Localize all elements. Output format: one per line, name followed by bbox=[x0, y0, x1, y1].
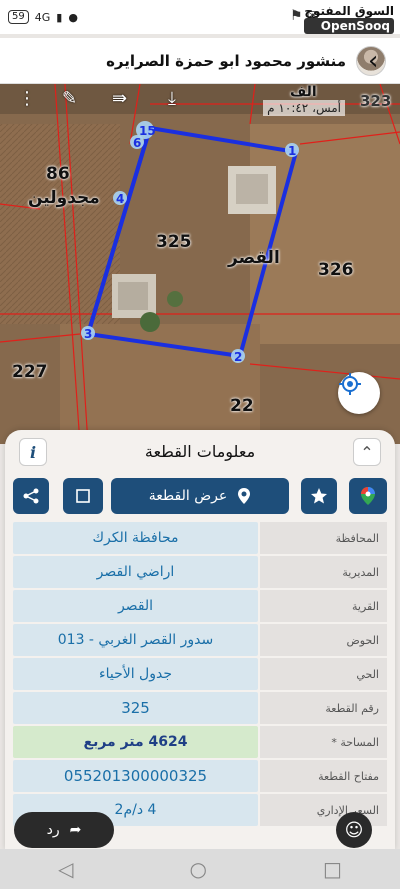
chevron-up-icon[interactable]: ⌃ bbox=[353, 438, 381, 466]
row-area: 4624 متر مربع المساحة * bbox=[13, 726, 387, 758]
locate-button[interactable] bbox=[338, 372, 380, 414]
network-label: 4G bbox=[34, 10, 51, 24]
map-timestamp: أمس، ١٠:٤٢ م bbox=[263, 100, 345, 116]
building-2-roof bbox=[118, 282, 148, 310]
basin-label: الحوض bbox=[260, 624, 387, 656]
reply-label: رد bbox=[46, 822, 60, 838]
area-label: المساحة * bbox=[260, 726, 387, 758]
more-vertical-icon[interactable]: ⋮ bbox=[18, 88, 36, 109]
vertex-3: 3 bbox=[84, 327, 92, 341]
share-button[interactable] bbox=[13, 478, 49, 514]
system-nav-bar: ◁ ○ □ bbox=[0, 849, 400, 889]
map-label-326: 326 bbox=[318, 260, 354, 280]
reply-arrow-icon: ➦ bbox=[69, 822, 82, 838]
smiley-icon: ☺ bbox=[344, 819, 364, 841]
battery-indicator: 59 bbox=[8, 10, 29, 24]
emoji-button[interactable]: ☺ bbox=[336, 812, 372, 848]
row-neighborhood: جدول الأحياء الحي bbox=[13, 658, 387, 690]
vertex-6: 6 bbox=[133, 136, 141, 150]
vertex-4: 4 bbox=[116, 192, 124, 206]
tree-2 bbox=[167, 291, 183, 307]
back-arrow-icon[interactable]: ‹ bbox=[368, 48, 378, 74]
vertex-15: 15 bbox=[139, 124, 156, 138]
brand-arabic: السوق المفتوح bbox=[304, 4, 394, 18]
plot-number-label: رقم القطعة bbox=[260, 692, 387, 724]
google-maps-button[interactable] bbox=[349, 478, 387, 514]
download-icon[interactable]: ⤓ bbox=[168, 88, 176, 109]
map-label-mjdoleen: مجدولين bbox=[28, 188, 100, 208]
brand-logo: السوق المفتوح OpenSooq bbox=[304, 4, 394, 34]
brand-english: OpenSooq bbox=[304, 18, 394, 34]
directorate-value: اراضي القصر bbox=[13, 556, 258, 588]
village-value: القصر bbox=[13, 590, 258, 622]
status-left: 59 4G ▮ ● bbox=[8, 10, 78, 24]
reply-button[interactable]: رد ➦ bbox=[14, 812, 114, 848]
row-village: القصر القرية bbox=[13, 590, 387, 622]
map-label-top-partial: الف bbox=[290, 84, 317, 100]
map-label-325: 325 bbox=[156, 232, 192, 252]
row-directorate: اراضي القصر المديرية bbox=[13, 556, 387, 588]
plot-key-value: 055201300000325 bbox=[13, 760, 258, 792]
back-triangle-icon[interactable]: ◁ bbox=[58, 857, 73, 881]
post-title: منشور محمود ابو حمزة الصرايره bbox=[106, 51, 346, 70]
row-basin: سدور القصر الغربي - 013 الحوض bbox=[13, 624, 387, 656]
governorate-label: المحافظة bbox=[260, 522, 387, 554]
building-1-roof bbox=[236, 174, 268, 204]
map-label-86: 86 bbox=[46, 164, 70, 184]
neighborhood-label: الحي bbox=[260, 658, 387, 690]
edit-pencil-icon[interactable]: ✎ bbox=[62, 88, 77, 109]
crosshair-icon bbox=[339, 373, 361, 395]
panel-actions: عرض القطعة bbox=[5, 478, 395, 514]
star-icon bbox=[311, 488, 327, 504]
field-bottom bbox=[60, 324, 260, 444]
vertex-1: 1 bbox=[288, 144, 296, 158]
forward-icon[interactable]: ⇛ bbox=[112, 88, 127, 109]
google-maps-icon bbox=[361, 487, 375, 505]
show-plot-button[interactable]: عرض القطعة bbox=[111, 478, 289, 514]
neighborhood-value: جدول الأحياء bbox=[13, 658, 258, 690]
location-icon: ● bbox=[68, 10, 78, 24]
row-governorate: محافظة الكرك المحافظة bbox=[13, 522, 387, 554]
vertex-2: 2 bbox=[234, 350, 242, 364]
status-bar: 59 4G ▮ ● ⚑ ✉ السوق المفتوح OpenSooq bbox=[0, 0, 400, 34]
home-circle-icon[interactable]: ○ bbox=[190, 857, 207, 881]
governorate-value: محافظة الكرك bbox=[13, 522, 258, 554]
map-pin-icon bbox=[238, 488, 251, 504]
row-plot-key: 055201300000325 مفتاح القطعة bbox=[13, 760, 387, 792]
panel-header: i معلومات القطعة ⌃ bbox=[5, 430, 395, 474]
shape-button[interactable] bbox=[63, 478, 103, 514]
tree bbox=[140, 312, 160, 332]
recents-square-icon[interactable]: □ bbox=[323, 857, 342, 881]
info-rows: محافظة الكرك المحافظة اراضي القصر المدير… bbox=[13, 522, 387, 828]
map-label-qasr: القصر bbox=[228, 248, 280, 268]
show-plot-label: عرض القطعة bbox=[148, 488, 228, 504]
village-label: القرية bbox=[260, 590, 387, 622]
map-label-227: 227 bbox=[12, 362, 48, 382]
favorite-button[interactable] bbox=[301, 478, 337, 514]
post-header: ‹ منشور محمود ابو حمزة الصرايره bbox=[0, 38, 400, 84]
square-outline-icon bbox=[76, 489, 90, 503]
satellite-map[interactable]: 15 6 1 4 3 2 ⋮ ✎ ⇛ ⤓ أمس، ١٠:٤٢ م الف 32… bbox=[0, 84, 400, 444]
signal-icon: ▮ bbox=[56, 10, 63, 24]
panel-title: معلومات القطعة bbox=[144, 442, 256, 461]
share-icon bbox=[23, 488, 39, 504]
directorate-label: المديرية bbox=[260, 556, 387, 588]
plot-key-label: مفتاح القطعة bbox=[260, 760, 387, 792]
map-label-22: 22 bbox=[230, 396, 254, 416]
area-value: 4624 متر مربع bbox=[13, 726, 258, 758]
row-plot-number: 325 رقم القطعة bbox=[13, 692, 387, 724]
plot-info-panel: i معلومات القطعة ⌃ عرض القطعة محافظة الك… bbox=[5, 430, 395, 850]
map-label-323: 323 bbox=[360, 92, 392, 110]
plot-number-value: 325 bbox=[13, 692, 258, 724]
basin-value: سدور القصر الغربي - 013 bbox=[13, 624, 258, 656]
